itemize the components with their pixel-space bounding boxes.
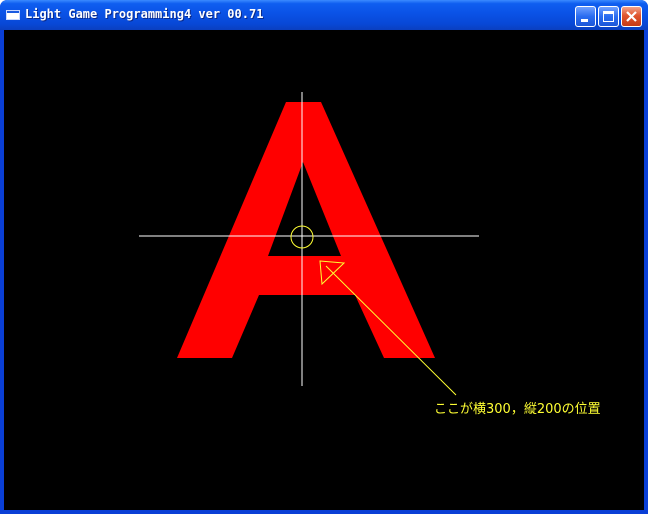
- close-button[interactable]: [621, 6, 642, 27]
- title-bar[interactable]: Light Game Programming4 ver 00.71: [0, 0, 648, 30]
- close-icon: [626, 11, 637, 22]
- app-window-icon[interactable]: [6, 10, 20, 20]
- minimize-icon: [581, 19, 588, 22]
- app-window: Light Game Programming4 ver 00.71 ここが横30…: [0, 0, 648, 514]
- game-canvas[interactable]: ここが横300，縦200の位置: [4, 30, 644, 510]
- window-title: Light Game Programming4 ver 00.71: [25, 7, 264, 21]
- minimize-button[interactable]: [575, 6, 596, 27]
- maximize-icon: [603, 11, 614, 22]
- maximize-button[interactable]: [598, 6, 619, 27]
- position-annotation-label: ここが横300，縦200の位置: [434, 402, 601, 417]
- canvas-drawing: [139, 92, 479, 396]
- letter-a-glyph: [177, 102, 435, 358]
